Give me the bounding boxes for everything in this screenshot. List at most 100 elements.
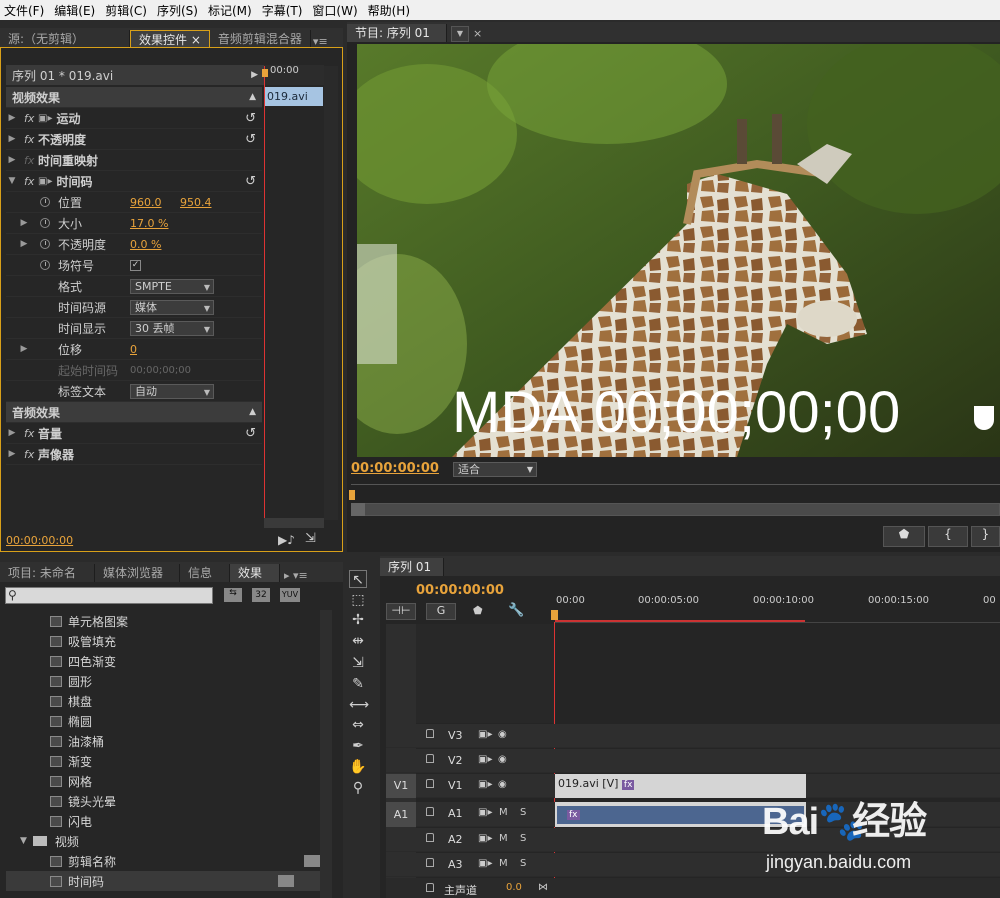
sync-lock-icon[interactable]: ▣▸ — [478, 807, 492, 818]
ec-current-time[interactable]: 00:00:00:00 — [6, 534, 73, 547]
ripple-edit-tool-icon[interactable]: ✢ — [349, 611, 367, 629]
solo-button[interactable]: S — [520, 858, 526, 869]
close-icon[interactable]: × — [473, 27, 482, 42]
display-dropdown[interactable]: 30 丢帧 — [130, 320, 214, 336]
playhead-marker[interactable] — [262, 69, 268, 77]
program-playhead[interactable] — [349, 490, 355, 500]
list-item[interactable]: 吸管填充 — [50, 631, 116, 651]
effect-row-motion[interactable]: ▶ fx ▣▸ 运动 ↺ — [6, 108, 262, 129]
track-v2[interactable]: V2 ▣▸ ◉ — [386, 749, 1000, 773]
accelerated-filter-icon[interactable]: ⇆ — [224, 588, 242, 602]
mini-ruler[interactable]: 00:00 — [264, 65, 324, 85]
yuv-filter-button[interactable]: YUV — [280, 588, 300, 602]
track-v3[interactable]: V3 ▣▸ ◉ — [386, 724, 1000, 748]
mute-button[interactable]: M — [499, 833, 508, 844]
tab-effects[interactable]: 效果 × — [230, 564, 280, 598]
stopwatch-icon[interactable] — [40, 218, 50, 228]
menu-help[interactable]: 帮助(H) — [368, 2, 410, 19]
slip-tool-icon[interactable]: ⟷ — [349, 696, 369, 714]
go-to-end-icon[interactable]: ⋈ — [538, 882, 548, 893]
opacity-value[interactable]: 0.0 % — [130, 238, 161, 251]
eye-icon[interactable]: ◉ — [498, 754, 507, 765]
zoom-tool-icon[interactable]: ⚲ — [349, 779, 367, 797]
linked-selection-icon[interactable]: G — [426, 603, 456, 620]
program-video-frame[interactable]: MDA 00;00;00;00 — [357, 44, 1000, 457]
expand-icon[interactable]: ▶ — [6, 428, 18, 438]
close-icon[interactable]: × — [191, 33, 201, 47]
panel-menu-icon[interactable]: ▸ ▾≡ — [284, 569, 308, 582]
fx-icon[interactable]: fx — [24, 427, 38, 440]
source-patch-a1[interactable]: A1 — [386, 802, 416, 827]
lock-icon[interactable] — [426, 807, 434, 816]
pen-tool-icon[interactable]: ✒ — [349, 737, 367, 755]
razor-tool-icon[interactable]: ✎ — [349, 675, 367, 693]
fx-icon[interactable]: fx — [24, 112, 38, 125]
tab-source[interactable]: 源:（无剪辑） — [0, 30, 130, 48]
tab-media-browser[interactable]: 媒体浏览器 — [95, 564, 180, 582]
folder-video[interactable]: ▼ 视频 — [20, 831, 79, 851]
expand-icon[interactable]: ▶ — [18, 344, 30, 354]
list-item-selected[interactable]: 时间码 — [6, 871, 320, 891]
fit-dropdown[interactable]: 适合 ▼ — [453, 462, 537, 477]
effects-search-input[interactable]: ⚲ — [5, 587, 213, 604]
fx-icon[interactable]: fx — [24, 448, 38, 461]
effect-row-panner[interactable]: ▶ fx 声像器 — [6, 444, 262, 465]
position-y-value[interactable]: 950.4 — [180, 196, 212, 209]
program-scroll-handle[interactable] — [351, 503, 365, 516]
wrench-icon[interactable]: 🔧 — [508, 603, 524, 618]
list-item[interactable]: 渐变 — [50, 751, 92, 771]
effect-row-volume[interactable]: ▶ fx 音量 ↺ — [6, 423, 262, 444]
slide-tool-icon[interactable]: ⇔ — [349, 716, 367, 734]
expand-icon[interactable]: ▶ — [18, 218, 30, 228]
snap-icon[interactable]: ⊣⊢ — [386, 603, 416, 620]
effect-row-opacity[interactable]: ▶ fx 不透明度 ↺ — [6, 129, 262, 150]
timeline-playhead[interactable] — [551, 610, 558, 620]
fx-icon[interactable]: fx — [24, 133, 38, 146]
list-item[interactable]: 椭圆 — [50, 711, 92, 731]
size-value[interactable]: 17.0 % — [130, 217, 168, 230]
position-x-value[interactable]: 960.0 — [130, 196, 180, 209]
offset-value[interactable]: 0 — [130, 343, 137, 356]
collapse-icon[interactable]: ▼ — [6, 176, 18, 186]
mark-out-button[interactable]: } — [971, 526, 1000, 547]
menu-clip[interactable]: 剪辑(C) — [105, 2, 147, 19]
lock-icon[interactable] — [426, 754, 434, 763]
source-patch-v1[interactable]: V1 — [386, 774, 416, 798]
lock-icon[interactable] — [426, 729, 434, 738]
expand-icon[interactable]: ▶ — [6, 113, 18, 123]
list-item[interactable]: 四色渐变 — [50, 651, 116, 671]
menu-window[interactable]: 窗口(W) — [312, 2, 357, 19]
play-triangle-icon[interactable]: ▶ — [251, 70, 258, 80]
source-dropdown[interactable]: 媒体 — [130, 299, 214, 315]
format-dropdown[interactable]: SMPTE — [130, 278, 214, 294]
reset-icon[interactable]: ↺ — [245, 426, 256, 441]
solo-button[interactable]: S — [520, 833, 526, 844]
mute-button[interactable]: M — [499, 807, 508, 818]
transform-icon[interactable]: ▣▸ — [38, 176, 52, 187]
list-item[interactable]: 闪电 — [50, 811, 92, 831]
tab-program[interactable]: 节目: 序列 01 — [347, 24, 447, 42]
collapse-icon[interactable]: ▲ — [249, 407, 256, 417]
add-marker-icon[interactable]: ⬟ — [473, 604, 483, 617]
clip-bar[interactable]: 019.avi — [264, 87, 323, 106]
track-master[interactable]: 主声道 0.0 ⋈ — [386, 878, 1000, 898]
reset-icon[interactable]: ↺ — [245, 111, 256, 126]
expand-icon[interactable]: ▶ — [6, 155, 18, 165]
tab-project[interactable]: 项目: 未命名 — [0, 564, 95, 582]
sync-lock-icon[interactable]: ▣▸ — [478, 833, 492, 844]
timeline-current-time[interactable]: 00:00:00:00 — [416, 583, 504, 598]
sync-lock-icon[interactable]: ▣▸ — [478, 729, 492, 740]
add-marker-button[interactable]: ⬟ — [883, 526, 925, 547]
label-text-dropdown[interactable]: 自动 — [130, 383, 214, 399]
collapse-icon[interactable]: ▼ — [20, 836, 27, 846]
hand-tool-icon[interactable]: ✋ — [349, 758, 367, 776]
tab-effect-controls[interactable]: 效果控件 × — [130, 30, 210, 48]
lock-icon[interactable] — [426, 858, 434, 867]
track-select-tool-icon[interactable]: ⬚ — [349, 591, 367, 609]
reset-icon[interactable]: ↺ — [245, 132, 256, 147]
tab-info[interactable]: 信息 — [180, 564, 230, 582]
master-volume-value[interactable]: 0.0 — [506, 882, 522, 893]
selection-tool-icon[interactable]: ↖ — [349, 570, 367, 588]
menu-marker[interactable]: 标记(M) — [208, 2, 252, 19]
effects-scrollbar[interactable] — [320, 610, 332, 898]
